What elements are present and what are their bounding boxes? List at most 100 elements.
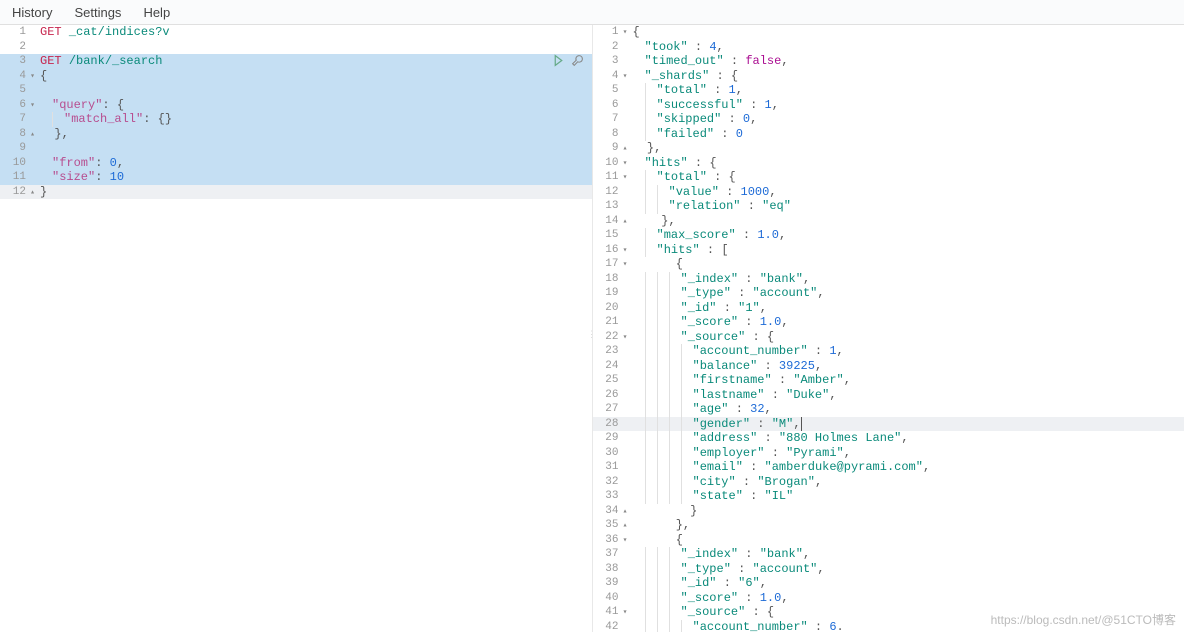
code-line[interactable]: 1▾{ [593, 25, 1184, 40]
code-line[interactable]: 11▾ "total" : { [593, 170, 1184, 185]
gutter[interactable]: 41▾ [593, 605, 629, 620]
code-line[interactable]: 31 "email" : "amberduke@pyrami.com", [593, 460, 1184, 475]
gutter[interactable]: 38 [593, 562, 629, 577]
gutter[interactable]: 1 [0, 25, 36, 40]
code-text[interactable]: }, [629, 141, 1184, 156]
gutter[interactable]: 13 [593, 199, 629, 214]
code-text[interactable]: } [629, 504, 1184, 519]
code-text[interactable]: "hits" : { [629, 156, 1184, 171]
request-editor[interactable]: 1GET _cat/indices?v23GET /bank/_search4▾… [0, 25, 592, 199]
code-text[interactable]: "_score" : 1.0, [629, 315, 1184, 330]
code-text[interactable]: "_type" : "account", [629, 286, 1184, 301]
response-pane[interactable]: 1▾{2 "took" : 4,3 "timed_out" : false,4▾… [593, 25, 1184, 632]
code-text[interactable]: "query": { [36, 98, 592, 113]
gutter[interactable]: 4▾ [593, 69, 629, 84]
code-text[interactable]: "state" : "IL" [629, 489, 1184, 504]
menu-help[interactable]: Help [143, 5, 170, 20]
gutter[interactable]: 40 [593, 591, 629, 606]
gutter[interactable]: 31 [593, 460, 629, 475]
code-text[interactable]: "timed_out" : false, [629, 54, 1184, 69]
code-line[interactable]: 1GET _cat/indices?v [0, 25, 592, 40]
gutter[interactable]: 33 [593, 489, 629, 504]
gutter[interactable]: 11 [0, 170, 36, 185]
code-line[interactable]: 8 "failed" : 0 [593, 127, 1184, 142]
code-line[interactable]: 29 "address" : "880 Holmes Lane", [593, 431, 1184, 446]
code-line[interactable]: 2 [0, 40, 592, 55]
fold-icon[interactable]: ▴ [623, 505, 628, 520]
code-text[interactable]: "age" : 32, [629, 402, 1184, 417]
code-line[interactable]: 13 "relation" : "eq" [593, 199, 1184, 214]
gutter[interactable]: 26 [593, 388, 629, 403]
code-text[interactable]: { [629, 257, 1184, 272]
code-line[interactable]: 6 "successful" : 1, [593, 98, 1184, 113]
code-line[interactable]: 4▾{ [0, 69, 592, 84]
code-line[interactable]: 37 "_index" : "bank", [593, 547, 1184, 562]
code-text[interactable]: "_shards" : { [629, 69, 1184, 84]
fold-icon[interactable]: ▾ [30, 99, 35, 114]
code-line[interactable]: 17▾ { [593, 257, 1184, 272]
gutter[interactable]: 3 [0, 54, 36, 69]
code-text[interactable]: "_score" : 1.0, [629, 591, 1184, 606]
code-text[interactable]: "max_score" : 1.0, [629, 228, 1184, 243]
code-line[interactable]: 6▾ "query": { [0, 98, 592, 113]
code-line[interactable]: 42 "account_number" : 6. [593, 620, 1184, 632]
code-text[interactable]: "_index" : "bank", [629, 547, 1184, 562]
code-text[interactable]: "skipped" : 0, [629, 112, 1184, 127]
gutter[interactable]: 36▾ [593, 533, 629, 548]
gutter[interactable]: 11▾ [593, 170, 629, 185]
code-line[interactable]: 41▾ "_source" : { [593, 605, 1184, 620]
code-text[interactable]: "total" : { [629, 170, 1184, 185]
code-text[interactable]: { [629, 25, 1184, 40]
code-text[interactable]: "size": 10 [36, 170, 592, 185]
gutter[interactable]: 9 [0, 141, 36, 156]
code-text[interactable]: "hits" : [ [629, 243, 1184, 258]
gutter[interactable]: 9▴ [593, 141, 629, 156]
gutter[interactable]: 3 [593, 54, 629, 69]
gutter[interactable]: 20 [593, 301, 629, 316]
code-text[interactable]: }, [36, 127, 592, 142]
fold-icon[interactable]: ▾ [623, 258, 628, 273]
gutter[interactable]: 15 [593, 228, 629, 243]
code-text[interactable]: "email" : "amberduke@pyrami.com", [629, 460, 1184, 475]
code-text[interactable]: "account_number" : 6. [629, 620, 1184, 632]
code-text[interactable]: GET _cat/indices?v [36, 25, 592, 40]
code-text[interactable]: "from": 0, [36, 156, 592, 171]
code-line[interactable]: 25 "firstname" : "Amber", [593, 373, 1184, 388]
fold-icon[interactable]: ▴ [30, 186, 35, 201]
gutter[interactable]: 4▾ [0, 69, 36, 84]
gutter[interactable]: 16▾ [593, 243, 629, 258]
fold-icon[interactable]: ▾ [623, 534, 628, 549]
gutter[interactable]: 25 [593, 373, 629, 388]
code-text[interactable]: GET /bank/_search [36, 54, 592, 69]
code-line[interactable]: 22▾ "_source" : { [593, 330, 1184, 345]
code-line[interactable]: 27 "age" : 32, [593, 402, 1184, 417]
gutter[interactable]: 39 [593, 576, 629, 591]
code-text[interactable]: "total" : 1, [629, 83, 1184, 98]
code-line[interactable]: 36▾ { [593, 533, 1184, 548]
code-text[interactable]: }, [629, 518, 1184, 533]
code-text[interactable]: "account_number" : 1, [629, 344, 1184, 359]
code-text[interactable]: "firstname" : "Amber", [629, 373, 1184, 388]
fold-icon[interactable]: ▴ [623, 215, 628, 230]
gutter[interactable]: 8▴ [0, 127, 36, 142]
gutter[interactable]: 12 [593, 185, 629, 200]
gutter[interactable]: 10 [0, 156, 36, 171]
gutter[interactable]: 2 [0, 40, 36, 55]
code-line[interactable]: 30 "employer" : "Pyrami", [593, 446, 1184, 461]
code-text[interactable]: "city" : "Brogan", [629, 475, 1184, 490]
gutter[interactable]: 10▾ [593, 156, 629, 171]
menu-settings[interactable]: Settings [74, 5, 121, 20]
code-text[interactable]: } [36, 185, 592, 200]
gutter[interactable]: 24 [593, 359, 629, 374]
code-line[interactable]: 32 "city" : "Brogan", [593, 475, 1184, 490]
fold-icon[interactable]: ▾ [623, 157, 628, 172]
gutter[interactable]: 30 [593, 446, 629, 461]
gutter[interactable]: 27 [593, 402, 629, 417]
code-line[interactable]: 18 "_index" : "bank", [593, 272, 1184, 287]
code-line[interactable]: 26 "lastname" : "Duke", [593, 388, 1184, 403]
code-line[interactable]: 12 "value" : 1000, [593, 185, 1184, 200]
gutter[interactable]: 37 [593, 547, 629, 562]
fold-icon[interactable]: ▾ [623, 171, 628, 186]
code-line[interactable]: 9▴ }, [593, 141, 1184, 156]
code-text[interactable]: "gender" : "M", [629, 417, 1184, 432]
